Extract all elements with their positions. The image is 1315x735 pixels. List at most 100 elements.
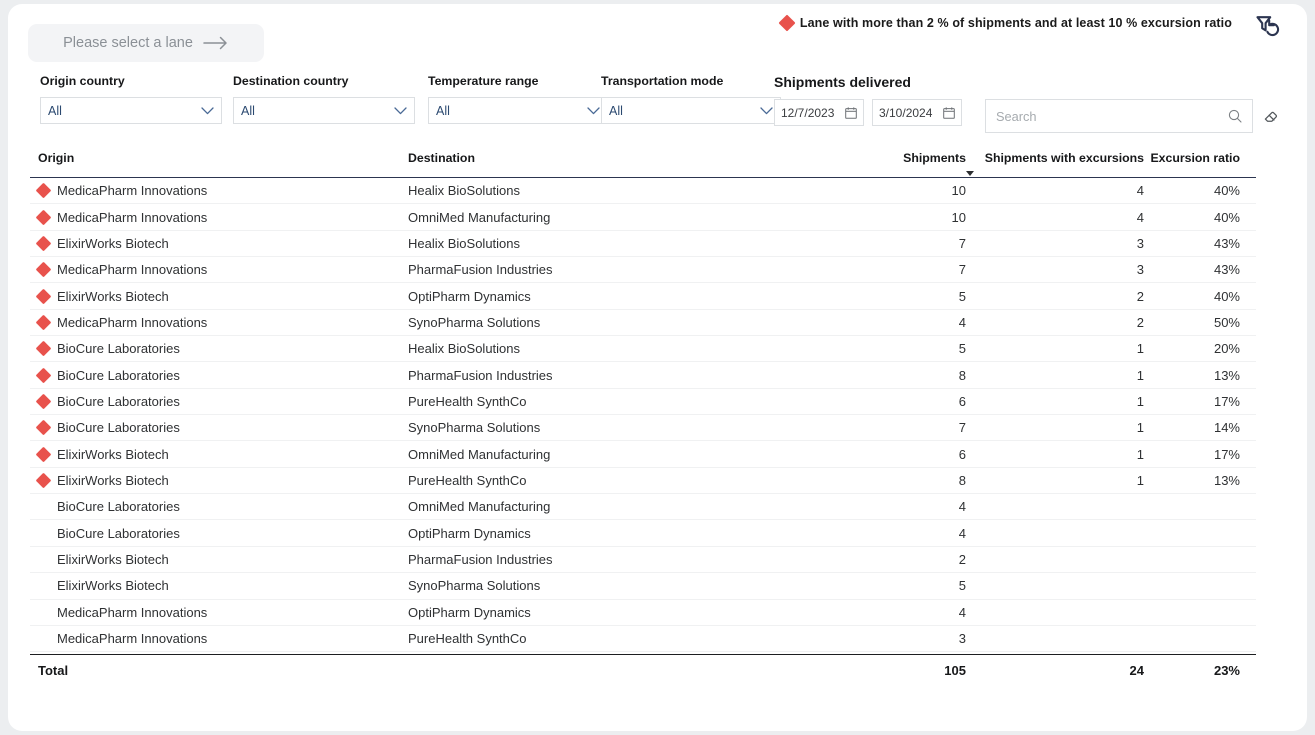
- filter-reset-logo-icon[interactable]: [1251, 10, 1285, 44]
- cell-origin: MedicaPharm Innovations: [30, 209, 408, 225]
- cell-ratio: 40%: [1213, 209, 1240, 225]
- column-header-destination[interactable]: Destination: [408, 151, 816, 165]
- table-row[interactable]: MedicaPharm Innovations OptiPharm Dynamic…: [30, 600, 1256, 626]
- select-lane-button[interactable]: Please select a lane: [28, 24, 264, 62]
- filter-destination-country-select[interactable]: All: [233, 97, 415, 124]
- red-diamond-marker-icon: [35, 393, 52, 410]
- cell-ratio: 40%: [1213, 288, 1240, 304]
- table-row[interactable]: ElixirWorks Biotech OmniMed Manufacturing…: [30, 441, 1256, 468]
- search-input[interactable]: [996, 108, 1228, 124]
- cell-origin-label: ElixirWorks Biotech: [57, 551, 169, 567]
- column-header-origin[interactable]: Origin: [30, 151, 408, 165]
- table-row[interactable]: MedicaPharm Innovations PureHealth SynthC…: [30, 626, 1256, 653]
- filter-destination-country-label: Destination country: [233, 74, 349, 88]
- date-from-field[interactable]: 12/7/2023: [774, 99, 864, 126]
- cell-excursions: 1: [1136, 420, 1144, 436]
- table-row[interactable]: ElixirWorks Biotech PharmaFusion Industri…: [30, 547, 1256, 574]
- cell-origin: BioCure Laboratories: [30, 340, 408, 357]
- cell-destination: PharmaFusion Industries: [408, 367, 553, 383]
- total-shipments: 105: [944, 662, 966, 678]
- table-row[interactable]: BioCure Laboratories PureHealth SynthCo 6 1…: [30, 389, 1256, 416]
- filter-transportation-mode-select[interactable]: All: [601, 97, 781, 124]
- table-row[interactable]: ElixirWorks Biotech Healix BioSolutions 7 3…: [30, 231, 1256, 258]
- date-to-field[interactable]: 3/10/2024: [872, 99, 962, 126]
- cell-destination: Healix BioSolutions: [408, 183, 521, 199]
- cell-origin: BioCure Laboratories: [30, 367, 408, 383]
- filter-temperature-range-select[interactable]: All: [428, 97, 608, 124]
- red-diamond-marker-icon: [35, 261, 52, 278]
- table-row[interactable]: ElixirWorks Biotech SynoPharma Solutions 5: [30, 573, 1256, 600]
- red-diamond-marker-icon: [35, 235, 52, 252]
- total-label: Total: [38, 662, 69, 678]
- filter-origin-country-select[interactable]: All: [40, 97, 222, 124]
- cell-origin-label: MedicaPharm Innovations: [57, 314, 208, 330]
- cell-destination: OptiPharm Dynamics: [408, 525, 531, 541]
- cell-destination: PharmaFusion Industries: [408, 262, 553, 278]
- filter-origin-country: Origin country All: [40, 74, 222, 124]
- table-body: MedicaPharm Innovations Healix BioSolutio…: [30, 178, 1256, 653]
- cell-destination: Healix BioSolutions: [408, 235, 521, 251]
- cell-origin: ElixirWorks Biotech: [30, 578, 408, 593]
- table-row[interactable]: BioCure Laboratories SynoPharma Solutions…: [30, 415, 1256, 442]
- cell-origin-label: BioCure Laboratories: [57, 525, 180, 541]
- cell-destination: PureHealth SynthCo: [408, 631, 527, 647]
- cell-origin: ElixirWorks Biotech: [30, 472, 408, 489]
- cell-shipments: 4: [958, 499, 966, 515]
- shipments-delivered-date-range: Shipments delivered 12/7/2023 3/10/2024: [774, 74, 962, 126]
- cell-origin: MedicaPharm Innovations: [30, 261, 408, 278]
- arrow-right-icon: [203, 36, 229, 50]
- select-lane-label: Please select a lane: [63, 35, 193, 51]
- search-area: [985, 99, 1279, 133]
- date-to-value: 3/10/2024: [879, 105, 933, 120]
- cell-shipments: 6: [958, 393, 966, 409]
- table-row[interactable]: BioCure Laboratories OmniMed Manufacturin…: [30, 494, 1256, 521]
- table-row[interactable]: MedicaPharm Innovations PharmaFusion Indu…: [30, 257, 1256, 284]
- table-row[interactable]: ElixirWorks Biotech PureHealth SynthCo 8 1 1…: [30, 468, 1256, 495]
- cell-ratio: 20%: [1213, 341, 1240, 357]
- cell-shipments: 4: [958, 604, 966, 620]
- chevron-down-icon: [201, 106, 214, 115]
- cell-origin-label: MedicaPharm Innovations: [57, 631, 208, 647]
- legend: Lane with more than 2 % of shipments and…: [778, 14, 1232, 32]
- cell-shipments: 10: [951, 209, 966, 225]
- cell-origin: BioCure Laboratories: [30, 499, 408, 514]
- filter-destination-country: Destination country All: [233, 74, 415, 124]
- cell-origin-label: BioCure Laboratories: [57, 367, 180, 383]
- red-diamond-marker-icon: [35, 367, 52, 383]
- table-row[interactable]: MedicaPharm Innovations OmniMed Manufactu…: [30, 204, 1256, 231]
- cell-excursions: 3: [1136, 235, 1144, 251]
- table-row[interactable]: BioCure Laboratories Healix BioSolutions 5…: [30, 336, 1256, 363]
- calendar-icon: [845, 106, 857, 119]
- cell-shipments: 5: [958, 341, 966, 357]
- table-row[interactable]: MedicaPharm Innovations Healix BioSolutio…: [30, 178, 1256, 205]
- table-row[interactable]: BioCure Laboratories OptiPharm Dynamics 4: [30, 520, 1256, 547]
- table-row[interactable]: MedicaPharm Innovations SynoPharma Soluti…: [30, 310, 1256, 337]
- cell-destination: OmniMed Manufacturing: [408, 209, 551, 225]
- red-diamond-marker-icon: [35, 288, 52, 304]
- cell-origin-label: ElixirWorks Biotech: [57, 446, 169, 462]
- eraser-icon[interactable]: [1263, 108, 1279, 124]
- chevron-down-icon: [394, 106, 407, 115]
- column-header-shipments[interactable]: Shipments: [816, 151, 966, 165]
- cell-excursions: 1: [1136, 472, 1144, 488]
- column-header-excursion-ratio[interactable]: Excursion ratio: [1144, 151, 1248, 165]
- cell-excursions: 4: [1136, 183, 1144, 199]
- cell-shipments: 8: [958, 367, 966, 383]
- column-header-shipments-with-excursions-label: Shipments with excursions: [984, 151, 1144, 165]
- table-row[interactable]: BioCure Laboratories PharmaFusion Industr…: [30, 362, 1256, 389]
- red-diamond-marker-icon: [35, 446, 52, 462]
- cell-ratio: 17%: [1213, 393, 1240, 409]
- table-row[interactable]: ElixirWorks Biotech OptiPharm Dynamics 5 2 4…: [30, 283, 1256, 310]
- search-box[interactable]: [985, 99, 1253, 133]
- column-header-shipments-with-excursions[interactable]: Shipments with excursions: [966, 151, 1144, 176]
- cell-shipments: 5: [958, 578, 966, 594]
- lanes-table: Origin Destination Shipments Shipments w…: [30, 144, 1256, 681]
- red-diamond-marker-icon: [35, 209, 52, 225]
- filter-temperature-range: Temperature range All: [428, 74, 608, 124]
- cell-shipments: 7: [958, 262, 966, 278]
- cell-origin: ElixirWorks Biotech: [30, 552, 408, 567]
- red-diamond-marker-icon: [35, 182, 52, 199]
- cell-excursions: 3: [1136, 262, 1144, 278]
- filter-temperature-range-label: Temperature range: [428, 74, 539, 88]
- cell-excursions: 2: [1136, 314, 1144, 330]
